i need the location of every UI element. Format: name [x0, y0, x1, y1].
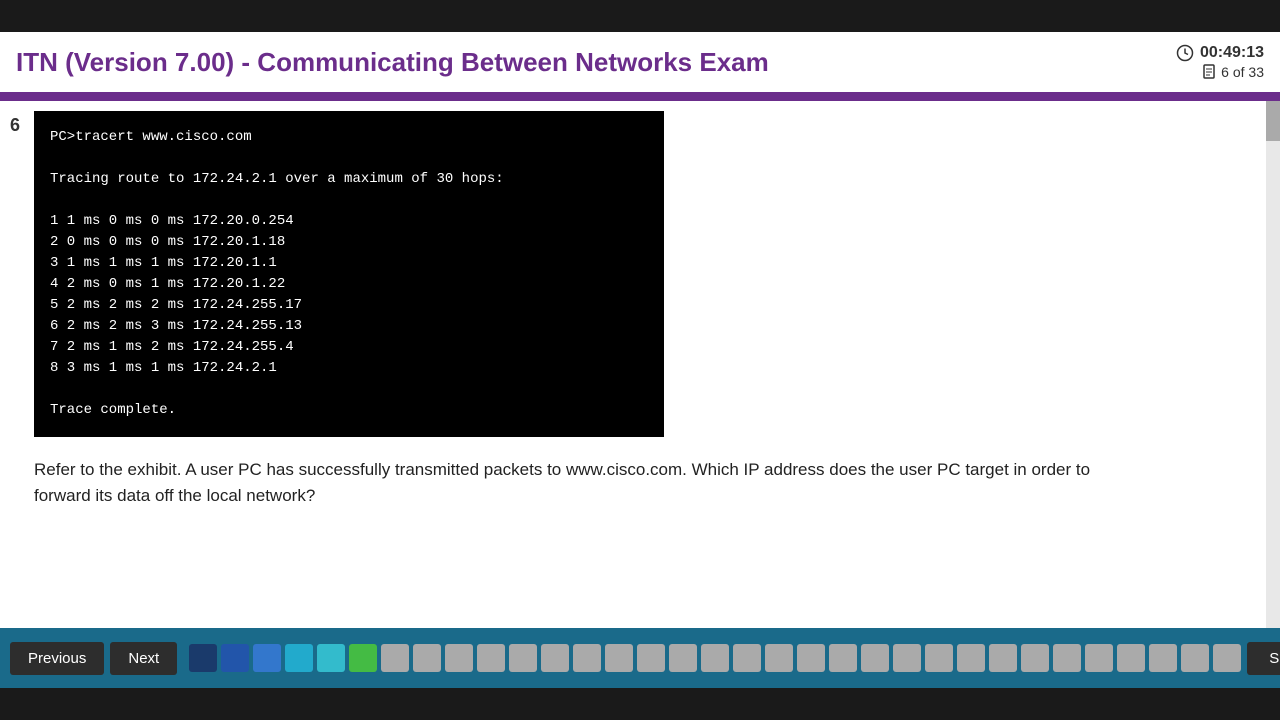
bottom-bar	[0, 688, 1280, 720]
question-dot-7[interactable]	[381, 644, 409, 672]
header-right: 00:49:13 6 of 33	[1176, 44, 1264, 80]
question-dot-26[interactable]	[989, 644, 1017, 672]
page-counter: 6 of 33	[1221, 64, 1264, 80]
next-button[interactable]: Next	[110, 642, 177, 675]
question-dot-28[interactable]	[1053, 644, 1081, 672]
question-dot-33[interactable]	[1213, 644, 1241, 672]
question-dot-5[interactable]	[317, 644, 345, 672]
main-content: 6 PC>tracert www.cisco.com Tracing route…	[0, 101, 1280, 648]
scrollbar-track[interactable]	[1266, 101, 1280, 648]
question-dot-21[interactable]	[829, 644, 857, 672]
question-dot-9[interactable]	[445, 644, 473, 672]
page-title: ITN (Version 7.00) - Communicating Betwe…	[16, 47, 769, 78]
timer-display: 00:49:13	[1200, 44, 1264, 62]
question-dot-13[interactable]	[573, 644, 601, 672]
header: ITN (Version 7.00) - Communicating Betwe…	[0, 32, 1280, 95]
timer-row: 00:49:13	[1176, 44, 1264, 62]
question-dot-31[interactable]	[1149, 644, 1177, 672]
clock-icon	[1176, 44, 1194, 62]
question-dot-6[interactable]	[349, 644, 377, 672]
question-dot-27[interactable]	[1021, 644, 1049, 672]
question-dot-30[interactable]	[1117, 644, 1145, 672]
question-dot-22[interactable]	[861, 644, 889, 672]
question-dot-11[interactable]	[509, 644, 537, 672]
previous-button[interactable]: Previous	[10, 642, 104, 675]
question-dot-25[interactable]	[957, 644, 985, 672]
question-dot-12[interactable]	[541, 644, 569, 672]
question-dot-32[interactable]	[1181, 644, 1209, 672]
question-text: Refer to the exhibit. A user PC has succ…	[34, 457, 1134, 508]
question-dot-17[interactable]	[701, 644, 729, 672]
scrollbar-thumb[interactable]	[1266, 101, 1280, 141]
question-dot-1[interactable]	[189, 644, 217, 672]
question-dot-10[interactable]	[477, 644, 505, 672]
page-info: 6 of 33	[1203, 64, 1264, 80]
submit-button[interactable]: Submit	[1247, 642, 1280, 675]
top-bar	[0, 0, 1280, 32]
question-dot-14[interactable]	[605, 644, 633, 672]
question-dot-16[interactable]	[669, 644, 697, 672]
question-dot-4[interactable]	[285, 644, 313, 672]
question-dot-3[interactable]	[253, 644, 281, 672]
question-dot-29[interactable]	[1085, 644, 1113, 672]
question-dot-2[interactable]	[221, 644, 249, 672]
question-dot-18[interactable]	[733, 644, 761, 672]
question-dot-19[interactable]	[765, 644, 793, 672]
question-dot-20[interactable]	[797, 644, 825, 672]
bottom-navigation-bar: Previous Next Submit	[0, 628, 1280, 688]
question-dot-24[interactable]	[925, 644, 953, 672]
question-dot-15[interactable]	[637, 644, 665, 672]
main-wrapper: 6 PC>tracert www.cisco.com Tracing route…	[0, 101, 1280, 648]
question-dot-23[interactable]	[893, 644, 921, 672]
question-number: 6	[10, 115, 20, 136]
question-dots-container	[189, 644, 1241, 672]
content-inner: PC>tracert www.cisco.com Tracing route t…	[34, 111, 1260, 508]
document-icon	[1203, 64, 1217, 80]
terminal-exhibit: PC>tracert www.cisco.com Tracing route t…	[34, 111, 664, 437]
question-dot-8[interactable]	[413, 644, 441, 672]
